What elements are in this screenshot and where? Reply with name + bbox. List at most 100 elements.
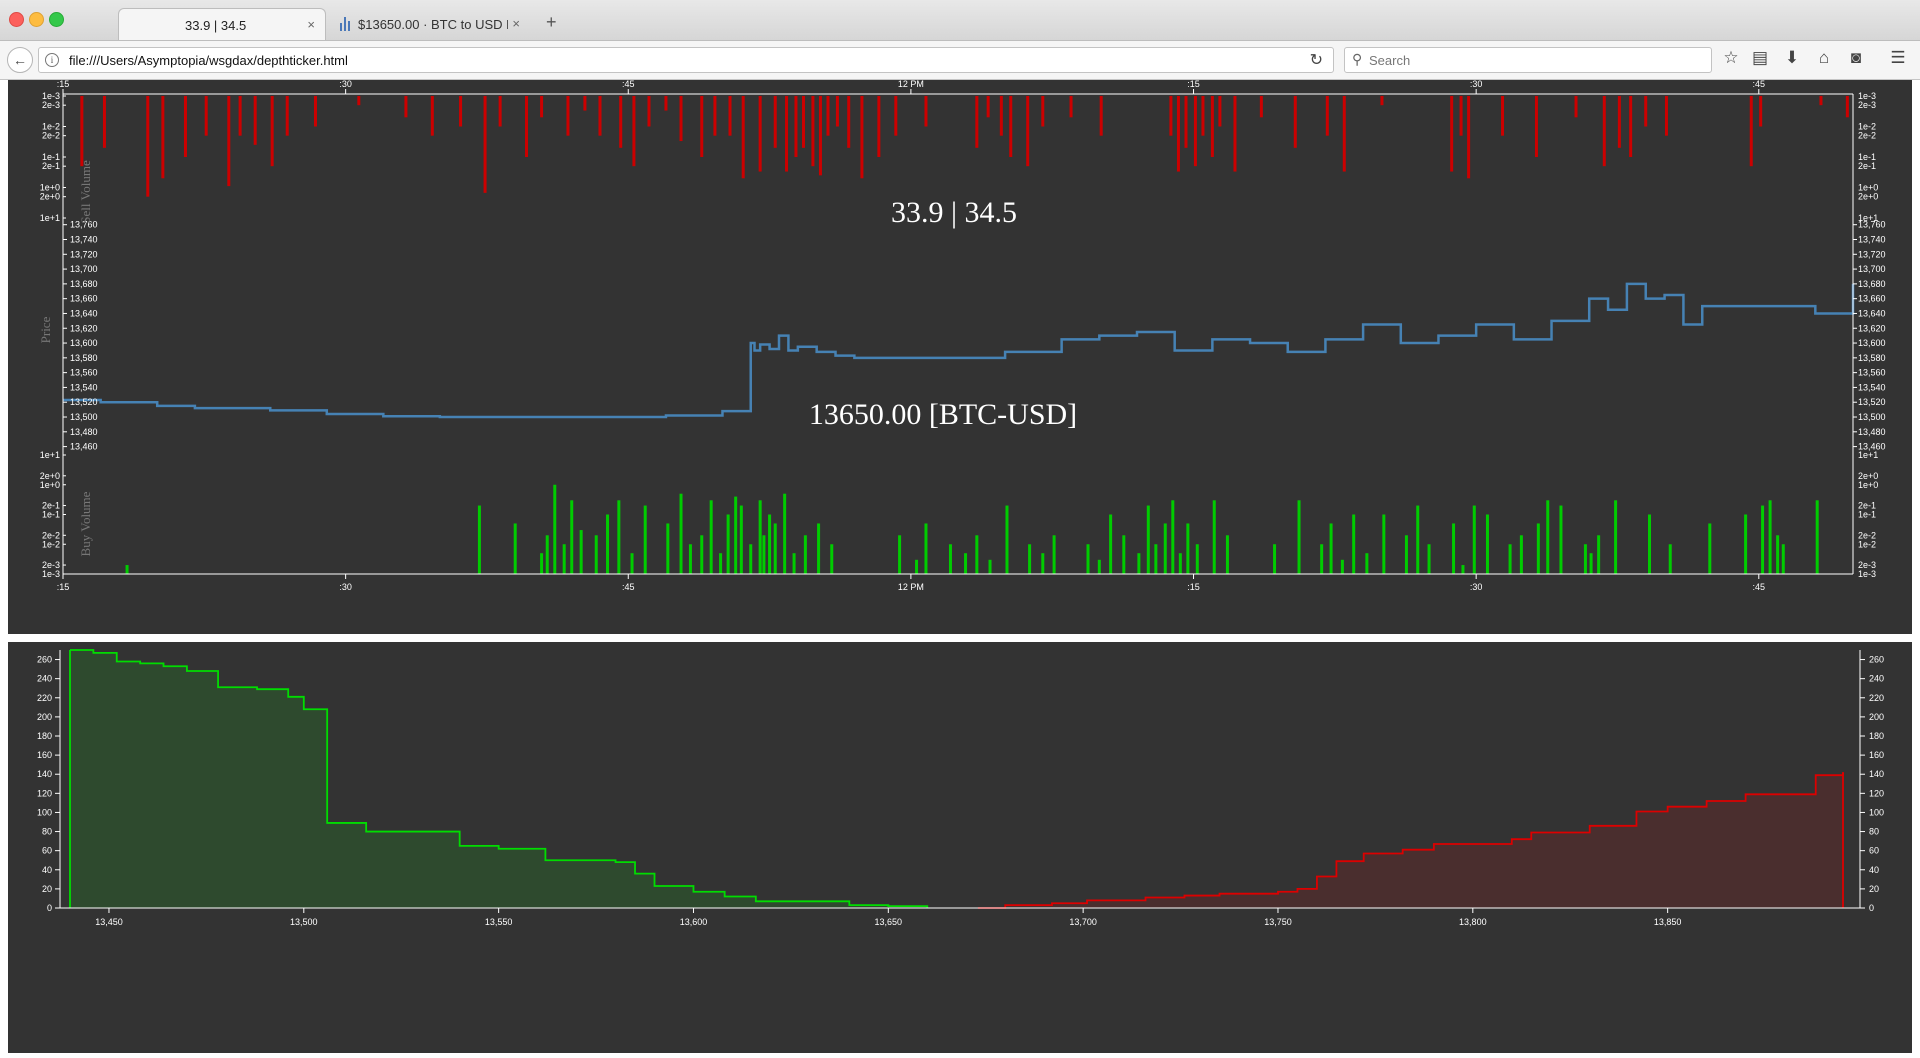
price-tick-label: 13,560 — [70, 368, 98, 378]
download-icon[interactable]: ⬇ — [1781, 48, 1803, 68]
search-input[interactable] — [1369, 52, 1699, 69]
buy-volume-bar — [1416, 505, 1420, 574]
buy-volume-bar — [1154, 544, 1158, 574]
new-tab-button[interactable]: + — [546, 12, 557, 33]
buy-volume-bar — [898, 535, 902, 574]
price-tick-label: 13,480 — [70, 427, 98, 437]
buy-volume-bar — [1186, 523, 1190, 574]
depth-y-tick-label: 260 — [1869, 655, 1884, 665]
sell-volume-bar — [894, 96, 898, 136]
depth-x-tick-label: 13,850 — [1654, 917, 1682, 927]
time-tick-label: 12 PM — [898, 80, 924, 89]
url-bar[interactable]: i file:///Users/Asymptopia/wsgdax/deptht… — [38, 47, 1334, 73]
buy-volume-bar — [125, 565, 129, 574]
back-button[interactable]: ← — [7, 47, 33, 73]
depth-panel: 13,450 13,500 13,550 13,600 13,650 13,700 13,7… — [8, 642, 1912, 1053]
buy-volume-bar — [1508, 544, 1512, 574]
sell-volume-bar — [1218, 96, 1222, 127]
depth-y-tick-label: 220 — [37, 693, 52, 703]
time-tick-label: 12 PM — [898, 582, 924, 592]
buy-volume-bar — [1781, 544, 1785, 574]
url-text[interactable]: file:///Users/Asymptopia/wsgdax/depthtic… — [69, 53, 348, 68]
sell-volume-bar — [80, 96, 84, 167]
window-close-button[interactable] — [9, 12, 24, 27]
sell-volume-tick-label: 1e+1 — [40, 213, 60, 223]
search-bar[interactable]: ⚲ — [1344, 47, 1712, 73]
bookmark-star-icon[interactable]: ☆ — [1720, 48, 1742, 68]
price-tick-label: 13,540 — [70, 382, 98, 392]
window-minimize-button[interactable] — [29, 12, 44, 27]
tab-btc-price[interactable]: $13650.00 · BTC to USD Bitc × — [330, 8, 530, 40]
buy-volume-bar — [1273, 544, 1277, 574]
price-tick-label: 13,460 — [1858, 442, 1886, 452]
sell-volume-bar — [1534, 96, 1538, 157]
pocket-icon[interactable]: ◙ — [1845, 48, 1867, 68]
sell-volume-bar — [619, 96, 623, 148]
home-icon[interactable]: ⌂ — [1813, 48, 1835, 68]
buy-volume-bar — [688, 544, 692, 574]
sell-volume-bar — [566, 96, 570, 136]
tab-close-icon[interactable]: × — [307, 17, 315, 32]
buy-volume-bar — [758, 500, 762, 574]
buy-volume-tick-label: 1e-2 — [42, 539, 60, 549]
sell-volume-bar — [540, 96, 544, 118]
tab-depthticker[interactable]: 33.9 | 34.5 × — [118, 8, 326, 40]
tab-close-icon[interactable]: × — [512, 16, 520, 31]
buy-volume-bar — [545, 535, 549, 574]
sell-volume-bar — [1450, 96, 1454, 172]
buy-volume-bar — [1365, 553, 1369, 574]
buy-volume-bar — [783, 493, 787, 574]
price-tick-label: 13,460 — [70, 442, 98, 452]
depth-y-tick-label: 160 — [37, 750, 52, 760]
buy-volume-tick-label: 1e-1 — [42, 510, 60, 520]
price-axis-label: Price — [38, 316, 53, 343]
info-icon[interactable]: i — [45, 53, 59, 67]
buy-volume-tick-label: 1e+1 — [40, 450, 60, 460]
buy-volume-bar — [570, 500, 574, 574]
buy-volume-bar — [726, 514, 730, 574]
buy-volume-bar — [719, 553, 723, 574]
buy-volume-bar — [1329, 523, 1333, 574]
sell-volume-bar — [647, 96, 651, 127]
depth-x-tick-label: 13,450 — [95, 917, 123, 927]
window-maximize-button[interactable] — [49, 12, 64, 27]
buy-volume-bar — [1708, 523, 1712, 574]
sell-volume-bar — [1602, 96, 1606, 167]
buy-volume-bar — [1122, 535, 1126, 574]
depth-chart: 13,450 13,500 13,550 13,600 13,650 13,700 13,7… — [37, 649, 1884, 927]
sell-volume-bar — [1501, 96, 1505, 136]
buy-volume-bar — [679, 493, 683, 574]
buy-volume-bar — [1472, 505, 1476, 574]
depth-y-tick-label: 240 — [37, 674, 52, 684]
sell-volume-bar — [1176, 96, 1180, 172]
buy-volume-bar — [1352, 514, 1356, 574]
buy-volume-bar — [1178, 553, 1182, 574]
buy-volume-bar — [1589, 553, 1593, 574]
buy-volume-bar — [1146, 505, 1150, 574]
sell-volume-bar — [161, 96, 165, 179]
buy-volume-bar — [964, 553, 968, 574]
depth-x-tick-label: 13,650 — [875, 917, 903, 927]
price-tick-label: 13,740 — [1858, 234, 1886, 244]
time-tick-label: :45 — [622, 80, 635, 89]
library-icon[interactable]: ▤ — [1749, 48, 1771, 68]
price-tick-label: 13,720 — [70, 249, 98, 259]
spread-readout: 33.9 | 34.5 — [891, 196, 1017, 229]
menu-icon[interactable]: ☰ — [1887, 48, 1909, 68]
sell-volume-axis-label: Sell Volume — [78, 160, 93, 224]
price-tick-label: 13,760 — [1858, 220, 1886, 230]
buy-volume-bar — [1005, 505, 1009, 574]
reload-button[interactable]: ↻ — [1310, 50, 1323, 70]
depth-y-tick-label: 200 — [37, 712, 52, 722]
sell-volume-bar — [632, 96, 636, 167]
time-tick-label: :45 — [1753, 582, 1766, 592]
sell-volume-bar — [700, 96, 704, 157]
sell-volume-bar — [598, 96, 602, 136]
sell-volume-bar — [835, 96, 839, 127]
buy-volume-tick-label: 1e-2 — [1858, 539, 1876, 549]
sell-volume-tick-label: 2e+0 — [40, 192, 60, 202]
sell-volume-bar — [1041, 96, 1045, 127]
sell-volume-bar — [1259, 96, 1263, 118]
time-tick-label: :30 — [339, 80, 352, 89]
buy-volume-bar — [1761, 505, 1765, 574]
